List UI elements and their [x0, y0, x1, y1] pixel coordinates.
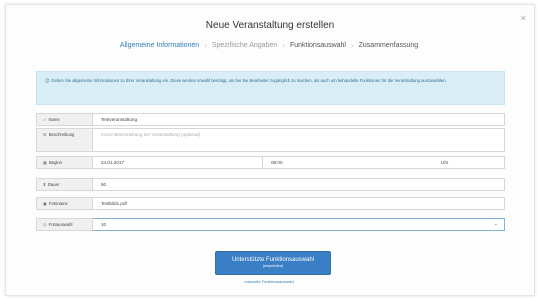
modal-title: Neue Veranstaltung erstellen: [205, 20, 335, 31]
duration-row: ⧗ Dauer 60: [36, 178, 505, 191]
duration-input[interactable]: 60: [93, 178, 505, 191]
description-label: ☰ Beschreibung: [36, 128, 93, 152]
assisted-selection-button[interactable]: Unterstützte Funktionsauswahl (empfohlen…: [215, 251, 331, 275]
name-input[interactable]: Testveranstaltung: [93, 113, 505, 126]
step-function-selection[interactable]: Funktionsauswahl: [285, 42, 351, 49]
wizard-steps: Allgemeine Informationen › Spezifische A…: [0, 41, 538, 50]
step-summary[interactable]: Zusammenfassung: [354, 42, 424, 49]
step-general-information[interactable]: Allgemeine Informationen: [115, 42, 204, 49]
name-label: ✓ Name: [36, 113, 93, 126]
begin-date-input[interactable]: 24.01.2017: [93, 157, 262, 168]
begin-label: ▦ Beginn: [36, 156, 93, 169]
info-text: Geben Sie allgemeine Informationen zu Ih…: [51, 78, 447, 83]
begin-row: ▦ Beginn 24.01.2017 08:00 Uhr: [36, 156, 505, 169]
info-alert: ⓘ Geben Sie allgemeine Informationen zu I…: [36, 71, 505, 105]
list-icon: ☰: [43, 132, 47, 137]
begin-time-input[interactable]: 08:00: [262, 157, 421, 168]
calendar-icon: ▦: [43, 160, 47, 165]
description-textarea[interactable]: Kurze Beschreibung der Veranstaltung (op…: [93, 128, 505, 152]
manual-selection-link[interactable]: manuelle Funktionsauswahl: [0, 279, 538, 284]
image-icon: ▣: [43, 201, 47, 206]
photo-name-label: ▣ Fotoname: [36, 197, 93, 210]
close-icon[interactable]: ×: [521, 13, 526, 23]
clock-icon: ◷: [43, 222, 47, 227]
begin-time-unit: Uhr: [441, 160, 449, 165]
photo-select-row: ◷ Fotoauswahl 10 ⌄: [36, 218, 505, 231]
photo-select[interactable]: 10 ⌄: [93, 218, 505, 231]
assisted-selection-label: Unterstützte Funktionsauswahl: [231, 257, 315, 263]
description-row: ☰ Beschreibung Kurze Beschreibung der Ver…: [36, 128, 505, 152]
name-row: ✓ Name Testveranstaltung: [36, 113, 505, 126]
chevron-down-icon: ⌄: [493, 221, 498, 227]
begin-fields: 24.01.2017 08:00 Uhr: [93, 156, 505, 169]
photo-name-row: ▣ Fotoname Testbild1.pdf: [36, 197, 505, 210]
duration-label: ⧗ Dauer: [36, 178, 93, 191]
assisted-selection-sublabel: (empfohlen): [262, 264, 284, 268]
check-icon: ✓: [43, 117, 47, 122]
photo-name-input[interactable]: Testbild1.pdf: [93, 197, 505, 210]
photo-select-label: ◷ Fotoauswahl: [36, 218, 93, 231]
step-specific-details[interactable]: Spezifische Angaben: [207, 42, 282, 49]
info-icon: ⓘ: [45, 78, 50, 83]
hourglass-icon: ⧗: [43, 182, 46, 187]
